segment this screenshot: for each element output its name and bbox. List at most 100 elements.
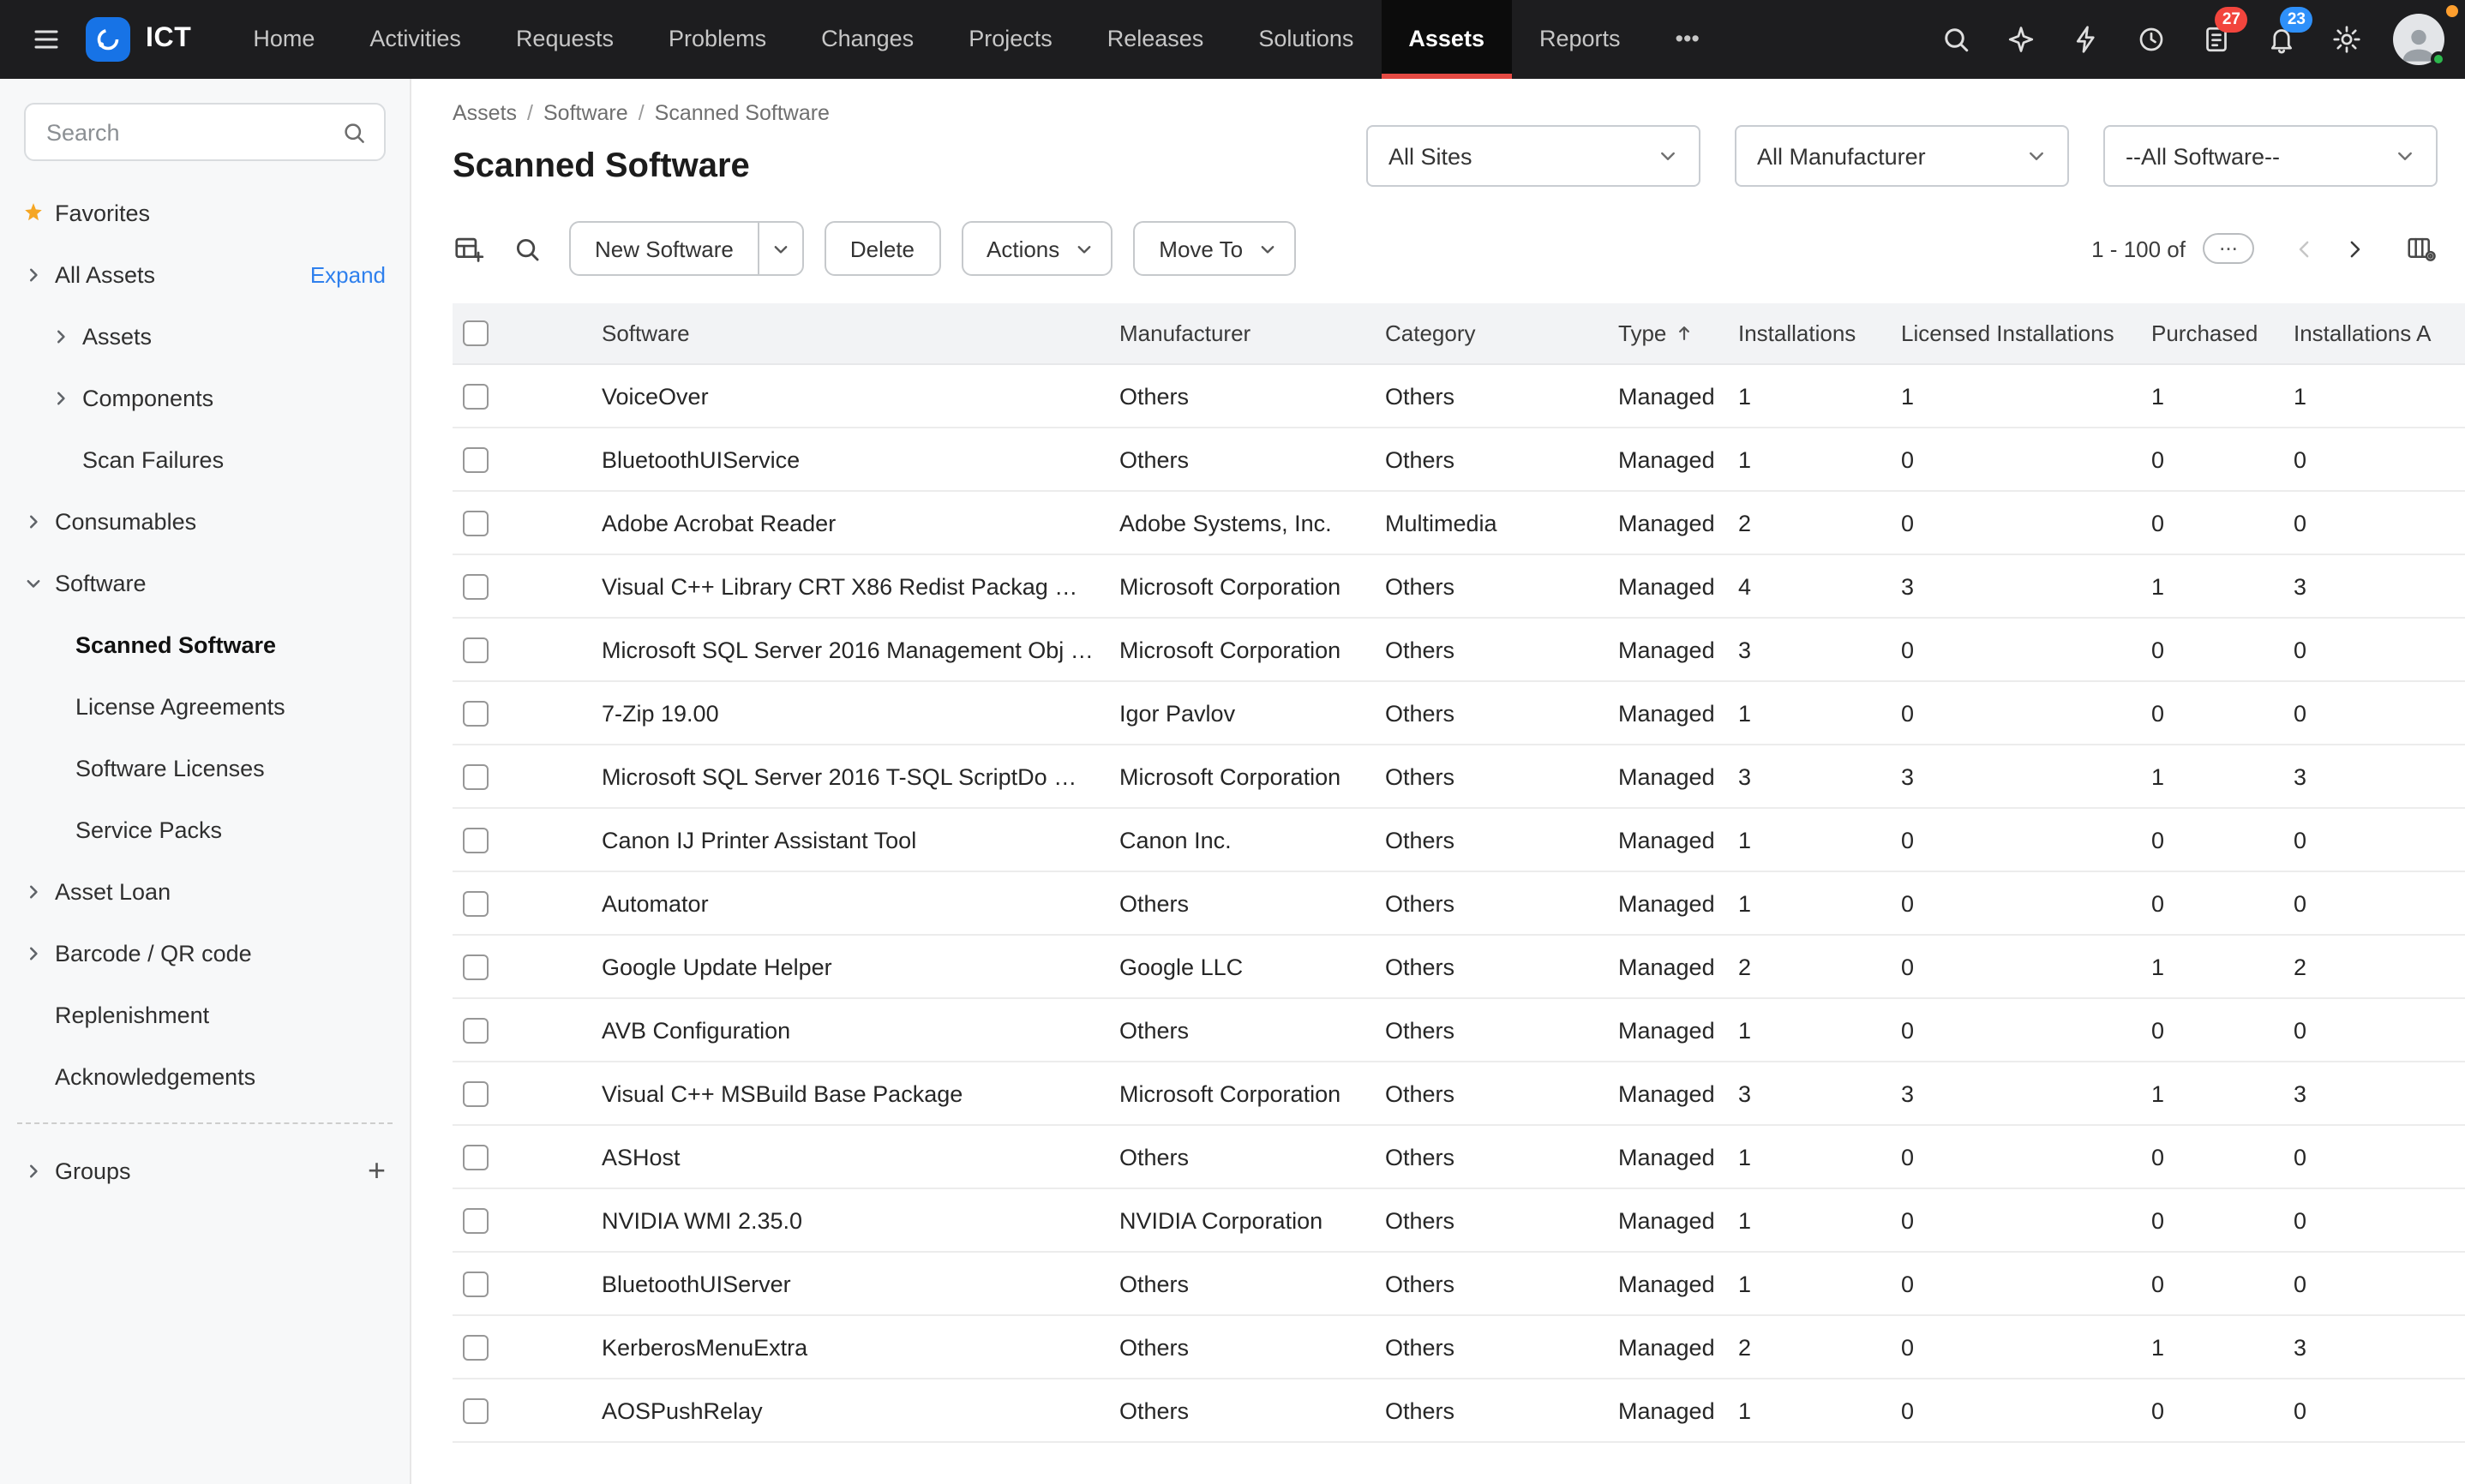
cell-software[interactable]: AOSPushRelay xyxy=(602,1397,1119,1423)
pending-approvals-icon[interactable]: 27 xyxy=(2184,0,2249,79)
actions-dropdown-button[interactable]: Actions xyxy=(961,221,1113,276)
sidebar-item-replenishment[interactable]: Replenishment xyxy=(0,984,410,1045)
expand-link[interactable]: Expand xyxy=(310,261,386,287)
manufacturer-filter-select[interactable]: All Manufacturer xyxy=(1735,125,2069,187)
row-checkbox[interactable] xyxy=(463,954,489,979)
move-to-dropdown-button[interactable]: Move To xyxy=(1133,221,1296,276)
table-row[interactable]: KerberosMenuExtraOthersOthersManaged2013 xyxy=(453,1316,2465,1379)
sidebar-item-groups[interactable]: Groups+ xyxy=(0,1140,410,1201)
sidebar-item-asset-loan[interactable]: Asset Loan xyxy=(0,860,410,922)
row-checkbox[interactable] xyxy=(463,1144,489,1170)
cell-software[interactable]: NVIDIA WMI 2.35.0 xyxy=(602,1207,1119,1233)
nav-item-activities[interactable]: Activities xyxy=(342,0,489,79)
sidebar-item-software[interactable]: Software xyxy=(0,552,410,613)
column-settings-icon[interactable] xyxy=(2405,232,2438,265)
column-header-manufacturer[interactable]: Manufacturer xyxy=(1119,320,1385,346)
nav-item-assets[interactable]: Assets xyxy=(1381,0,1512,79)
sidebar-item-assets[interactable]: Assets xyxy=(0,305,410,367)
table-row[interactable]: AVB ConfigurationOthersOthersManaged1000 xyxy=(453,999,2465,1062)
breadcrumb-scanned-software[interactable]: Scanned Software xyxy=(655,101,830,125)
sidebar-item-license-agreements[interactable]: License Agreements xyxy=(0,675,410,737)
cell-software[interactable]: VoiceOver xyxy=(602,383,1119,409)
sidebar-item-scanned-software[interactable]: Scanned Software xyxy=(0,613,410,675)
table-row[interactable]: ASHostOthersOthersManaged1000 xyxy=(453,1126,2465,1189)
user-avatar[interactable] xyxy=(2393,14,2444,65)
new-software-caret-icon[interactable] xyxy=(758,223,802,274)
table-row[interactable]: VoiceOverOthersOthersManaged1111 xyxy=(453,365,2465,428)
row-checkbox[interactable] xyxy=(463,763,489,789)
sidebar-item-software-licenses[interactable]: Software Licenses xyxy=(0,737,410,799)
hamburger-menu-icon[interactable] xyxy=(17,0,75,79)
sidebar-item-scan-failures[interactable]: Scan Failures xyxy=(0,428,410,490)
table-view-add-icon[interactable] xyxy=(453,232,485,265)
column-header-software[interactable]: Software xyxy=(602,320,1119,346)
table-row[interactable]: AOSPushRelayOthersOthersManaged1000 xyxy=(453,1379,2465,1443)
settings-gear-icon[interactable] xyxy=(2314,0,2379,79)
cell-software[interactable]: BluetoothUIServer xyxy=(602,1271,1119,1296)
cell-software[interactable]: Adobe Acrobat Reader xyxy=(602,510,1119,536)
pagination-total-ellipsis-button[interactable]: ... xyxy=(2203,233,2254,264)
row-checkbox[interactable] xyxy=(463,637,489,662)
row-checkbox[interactable] xyxy=(463,1017,489,1043)
cell-software[interactable]: Google Update Helper xyxy=(602,954,1119,979)
add-group-icon[interactable]: + xyxy=(368,1155,386,1186)
nav-item-releases[interactable]: Releases xyxy=(1080,0,1232,79)
table-row[interactable]: Adobe Acrobat ReaderAdobe Systems, Inc.M… xyxy=(453,492,2465,555)
history-icon[interactable] xyxy=(2119,0,2184,79)
table-row[interactable]: 7-Zip 19.00Igor PavlovOthersManaged1000 xyxy=(453,682,2465,745)
notifications-bell-icon[interactable]: 23 xyxy=(2249,0,2314,79)
cell-software[interactable]: Microsoft SQL Server 2016 T-SQL ScriptDo… xyxy=(602,763,1119,789)
row-checkbox[interactable] xyxy=(463,1080,489,1106)
nav-item-more[interactable]: ••• xyxy=(1648,0,1727,79)
column-header-installations-a[interactable]: Installations A xyxy=(2294,320,2465,346)
table-row[interactable]: Canon IJ Printer Assistant ToolCanon Inc… xyxy=(453,809,2465,872)
table-row[interactable]: Visual C++ Library CRT X86 Redist Packag… xyxy=(453,555,2465,619)
nav-item-solutions[interactable]: Solutions xyxy=(1231,0,1381,79)
table-row[interactable]: BluetoothUIServerOthersOthersManaged1000 xyxy=(453,1253,2465,1316)
row-checkbox[interactable] xyxy=(463,1207,489,1233)
sidebar-item-acknowledgements[interactable]: Acknowledgements xyxy=(0,1045,410,1107)
cell-software[interactable]: Microsoft SQL Server 2016 Management Obj… xyxy=(602,637,1119,662)
table-row[interactable]: BluetoothUIServiceOthersOthersManaged100… xyxy=(453,428,2465,492)
nav-item-requests[interactable]: Requests xyxy=(489,0,641,79)
row-checkbox[interactable] xyxy=(463,383,489,409)
app-logo[interactable] xyxy=(86,17,130,62)
nav-item-home[interactable]: Home xyxy=(225,0,342,79)
software-filter-select[interactable]: --All Software-- xyxy=(2103,125,2438,187)
cell-software[interactable]: Automator xyxy=(602,890,1119,916)
column-header-licensed-installations[interactable]: Licensed Installations xyxy=(1901,320,2151,346)
row-checkbox[interactable] xyxy=(463,1334,489,1360)
table-row[interactable]: Microsoft SQL Server 2016 Management Obj… xyxy=(453,619,2465,682)
row-checkbox[interactable] xyxy=(463,1271,489,1296)
row-checkbox[interactable] xyxy=(463,890,489,916)
sidebar-search-input[interactable] xyxy=(43,117,341,147)
sidebar-item-consumables[interactable]: Consumables xyxy=(0,490,410,552)
next-page-icon[interactable] xyxy=(2342,236,2367,261)
sidebar-item-service-packs[interactable]: Service Packs xyxy=(0,799,410,860)
cell-software[interactable]: 7-Zip 19.00 xyxy=(602,700,1119,726)
row-checkbox[interactable] xyxy=(463,1397,489,1423)
nav-item-changes[interactable]: Changes xyxy=(794,0,941,79)
select-all-checkbox[interactable] xyxy=(463,320,489,346)
cell-software[interactable]: Canon IJ Printer Assistant Tool xyxy=(602,827,1119,853)
row-checkbox[interactable] xyxy=(463,827,489,853)
column-header-purchased[interactable]: Purchased xyxy=(2151,320,2294,346)
table-row[interactable]: Microsoft SQL Server 2016 T-SQL ScriptDo… xyxy=(453,745,2465,809)
cell-software[interactable]: Visual C++ Library CRT X86 Redist Packag… xyxy=(602,573,1119,599)
sparkle-icon[interactable] xyxy=(1988,0,2054,79)
cell-software[interactable]: Visual C++ MSBuild Base Package xyxy=(602,1080,1119,1106)
breadcrumb-assets[interactable]: Assets xyxy=(453,101,517,125)
row-checkbox[interactable] xyxy=(463,510,489,536)
nav-item-problems[interactable]: Problems xyxy=(641,0,794,79)
column-header-category[interactable]: Category xyxy=(1385,320,1618,346)
table-row[interactable]: Visual C++ MSBuild Base PackageMicrosoft… xyxy=(453,1062,2465,1126)
sidebar-item-favorites[interactable]: Favorites xyxy=(0,182,410,243)
sidebar-item-components[interactable]: Components xyxy=(0,367,410,428)
table-row[interactable]: Google Update HelperGoogle LLCOthersMana… xyxy=(453,936,2465,999)
row-checkbox[interactable] xyxy=(463,700,489,726)
table-row[interactable]: NVIDIA WMI 2.35.0NVIDIA CorporationOther… xyxy=(453,1189,2465,1253)
sidebar-item-barcode-qr-code[interactable]: Barcode / QR code xyxy=(0,922,410,984)
row-checkbox[interactable] xyxy=(463,446,489,472)
cell-software[interactable]: ASHost xyxy=(602,1144,1119,1170)
site-filter-select[interactable]: All Sites xyxy=(1366,125,1700,187)
